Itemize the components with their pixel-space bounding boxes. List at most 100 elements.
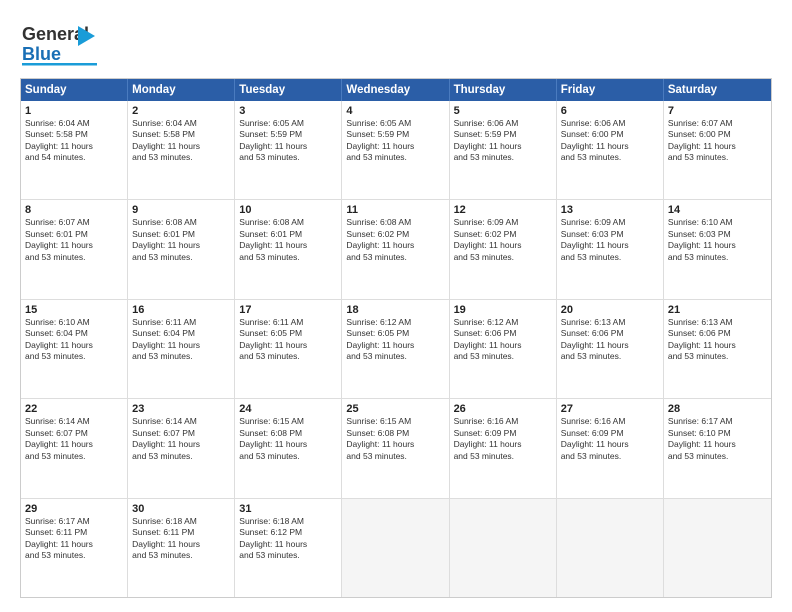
day-number: 12 (454, 204, 552, 216)
cal-row-1: 8Sunrise: 6:07 AMSunset: 6:01 PMDaylight… (21, 200, 771, 299)
cal-cell-empty (450, 499, 557, 597)
cell-info: Sunrise: 6:09 AMSunset: 6:03 PMDaylight:… (561, 217, 659, 263)
cell-info: Sunrise: 6:04 AMSunset: 5:58 PMDaylight:… (132, 118, 230, 164)
cal-cell-day-16: 16Sunrise: 6:11 AMSunset: 6:04 PMDayligh… (128, 300, 235, 398)
day-number: 18 (346, 304, 444, 316)
day-number: 13 (561, 204, 659, 216)
cell-info: Sunrise: 6:17 AMSunset: 6:11 PMDaylight:… (25, 516, 123, 562)
cal-cell-day-26: 26Sunrise: 6:16 AMSunset: 6:09 PMDayligh… (450, 399, 557, 497)
day-number: 29 (25, 503, 123, 515)
cal-header-saturday: Saturday (664, 79, 771, 101)
cell-info: Sunrise: 6:10 AMSunset: 6:04 PMDaylight:… (25, 317, 123, 363)
cell-info: Sunrise: 6:06 AMSunset: 5:59 PMDaylight:… (454, 118, 552, 164)
cell-info: Sunrise: 6:11 AMSunset: 6:04 PMDaylight:… (132, 317, 230, 363)
cal-cell-day-10: 10Sunrise: 6:08 AMSunset: 6:01 PMDayligh… (235, 200, 342, 298)
day-number: 19 (454, 304, 552, 316)
day-number: 20 (561, 304, 659, 316)
page: General Blue SundayMondayTuesdayWednesda… (0, 0, 792, 612)
cal-cell-day-8: 8Sunrise: 6:07 AMSunset: 6:01 PMDaylight… (21, 200, 128, 298)
calendar: SundayMondayTuesdayWednesdayThursdayFrid… (20, 78, 772, 598)
cal-cell-empty (664, 499, 771, 597)
cal-cell-day-6: 6Sunrise: 6:06 AMSunset: 6:00 PMDaylight… (557, 101, 664, 199)
cell-info: Sunrise: 6:12 AMSunset: 6:06 PMDaylight:… (454, 317, 552, 363)
day-number: 21 (668, 304, 767, 316)
cal-cell-day-28: 28Sunrise: 6:17 AMSunset: 6:10 PMDayligh… (664, 399, 771, 497)
cal-cell-day-15: 15Sunrise: 6:10 AMSunset: 6:04 PMDayligh… (21, 300, 128, 398)
cal-row-0: 1Sunrise: 6:04 AMSunset: 5:58 PMDaylight… (21, 101, 771, 200)
day-number: 14 (668, 204, 767, 216)
cal-cell-day-27: 27Sunrise: 6:16 AMSunset: 6:09 PMDayligh… (557, 399, 664, 497)
cell-info: Sunrise: 6:15 AMSunset: 6:08 PMDaylight:… (239, 416, 337, 462)
cal-cell-day-23: 23Sunrise: 6:14 AMSunset: 6:07 PMDayligh… (128, 399, 235, 497)
cell-info: Sunrise: 6:05 AMSunset: 5:59 PMDaylight:… (239, 118, 337, 164)
cal-cell-day-12: 12Sunrise: 6:09 AMSunset: 6:02 PMDayligh… (450, 200, 557, 298)
cal-cell-day-4: 4Sunrise: 6:05 AMSunset: 5:59 PMDaylight… (342, 101, 449, 199)
day-number: 9 (132, 204, 230, 216)
cal-header-friday: Friday (557, 79, 664, 101)
cal-cell-day-3: 3Sunrise: 6:05 AMSunset: 5:59 PMDaylight… (235, 101, 342, 199)
day-number: 1 (25, 105, 123, 117)
cal-header-monday: Monday (128, 79, 235, 101)
day-number: 30 (132, 503, 230, 515)
cal-cell-day-2: 2Sunrise: 6:04 AMSunset: 5:58 PMDaylight… (128, 101, 235, 199)
cell-info: Sunrise: 6:07 AMSunset: 6:01 PMDaylight:… (25, 217, 123, 263)
cell-info: Sunrise: 6:14 AMSunset: 6:07 PMDaylight:… (132, 416, 230, 462)
calendar-body: 1Sunrise: 6:04 AMSunset: 5:58 PMDaylight… (21, 101, 771, 597)
cal-cell-day-22: 22Sunrise: 6:14 AMSunset: 6:07 PMDayligh… (21, 399, 128, 497)
day-number: 2 (132, 105, 230, 117)
cal-cell-day-5: 5Sunrise: 6:06 AMSunset: 5:59 PMDaylight… (450, 101, 557, 199)
day-number: 15 (25, 304, 123, 316)
day-number: 23 (132, 403, 230, 415)
cal-cell-empty (342, 499, 449, 597)
day-number: 31 (239, 503, 337, 515)
cell-info: Sunrise: 6:06 AMSunset: 6:00 PMDaylight:… (561, 118, 659, 164)
day-number: 6 (561, 105, 659, 117)
cell-info: Sunrise: 6:09 AMSunset: 6:02 PMDaylight:… (454, 217, 552, 263)
cell-info: Sunrise: 6:18 AMSunset: 6:11 PMDaylight:… (132, 516, 230, 562)
cal-header-tuesday: Tuesday (235, 79, 342, 101)
calendar-header: SundayMondayTuesdayWednesdayThursdayFrid… (21, 79, 771, 101)
day-number: 10 (239, 204, 337, 216)
cal-row-2: 15Sunrise: 6:10 AMSunset: 6:04 PMDayligh… (21, 300, 771, 399)
cell-info: Sunrise: 6:17 AMSunset: 6:10 PMDaylight:… (668, 416, 767, 462)
cal-cell-day-18: 18Sunrise: 6:12 AMSunset: 6:05 PMDayligh… (342, 300, 449, 398)
cell-info: Sunrise: 6:15 AMSunset: 6:08 PMDaylight:… (346, 416, 444, 462)
cal-cell-day-9: 9Sunrise: 6:08 AMSunset: 6:01 PMDaylight… (128, 200, 235, 298)
logo-svg: General Blue (20, 18, 115, 70)
day-number: 5 (454, 105, 552, 117)
cell-info: Sunrise: 6:13 AMSunset: 6:06 PMDaylight:… (668, 317, 767, 363)
day-number: 27 (561, 403, 659, 415)
day-number: 3 (239, 105, 337, 117)
day-number: 11 (346, 204, 444, 216)
cell-info: Sunrise: 6:16 AMSunset: 6:09 PMDaylight:… (454, 416, 552, 462)
cell-info: Sunrise: 6:14 AMSunset: 6:07 PMDaylight:… (25, 416, 123, 462)
logo: General Blue (20, 18, 115, 70)
cell-info: Sunrise: 6:04 AMSunset: 5:58 PMDaylight:… (25, 118, 123, 164)
cell-info: Sunrise: 6:16 AMSunset: 6:09 PMDaylight:… (561, 416, 659, 462)
cal-cell-day-24: 24Sunrise: 6:15 AMSunset: 6:08 PMDayligh… (235, 399, 342, 497)
header: General Blue (20, 18, 772, 70)
cal-cell-day-30: 30Sunrise: 6:18 AMSunset: 6:11 PMDayligh… (128, 499, 235, 597)
cal-cell-day-21: 21Sunrise: 6:13 AMSunset: 6:06 PMDayligh… (664, 300, 771, 398)
day-number: 22 (25, 403, 123, 415)
cal-cell-day-17: 17Sunrise: 6:11 AMSunset: 6:05 PMDayligh… (235, 300, 342, 398)
day-number: 4 (346, 105, 444, 117)
day-number: 16 (132, 304, 230, 316)
day-number: 25 (346, 403, 444, 415)
cell-info: Sunrise: 6:08 AMSunset: 6:01 PMDaylight:… (132, 217, 230, 263)
cal-row-3: 22Sunrise: 6:14 AMSunset: 6:07 PMDayligh… (21, 399, 771, 498)
cal-cell-day-31: 31Sunrise: 6:18 AMSunset: 6:12 PMDayligh… (235, 499, 342, 597)
cell-info: Sunrise: 6:13 AMSunset: 6:06 PMDaylight:… (561, 317, 659, 363)
cal-cell-day-11: 11Sunrise: 6:08 AMSunset: 6:02 PMDayligh… (342, 200, 449, 298)
cal-cell-day-13: 13Sunrise: 6:09 AMSunset: 6:03 PMDayligh… (557, 200, 664, 298)
cell-info: Sunrise: 6:08 AMSunset: 6:01 PMDaylight:… (239, 217, 337, 263)
day-number: 28 (668, 403, 767, 415)
cal-cell-day-20: 20Sunrise: 6:13 AMSunset: 6:06 PMDayligh… (557, 300, 664, 398)
day-number: 24 (239, 403, 337, 415)
cell-info: Sunrise: 6:08 AMSunset: 6:02 PMDaylight:… (346, 217, 444, 263)
cal-cell-day-7: 7Sunrise: 6:07 AMSunset: 6:00 PMDaylight… (664, 101, 771, 199)
svg-text:Blue: Blue (22, 44, 61, 64)
cell-info: Sunrise: 6:18 AMSunset: 6:12 PMDaylight:… (239, 516, 337, 562)
cell-info: Sunrise: 6:10 AMSunset: 6:03 PMDaylight:… (668, 217, 767, 263)
cal-cell-day-1: 1Sunrise: 6:04 AMSunset: 5:58 PMDaylight… (21, 101, 128, 199)
